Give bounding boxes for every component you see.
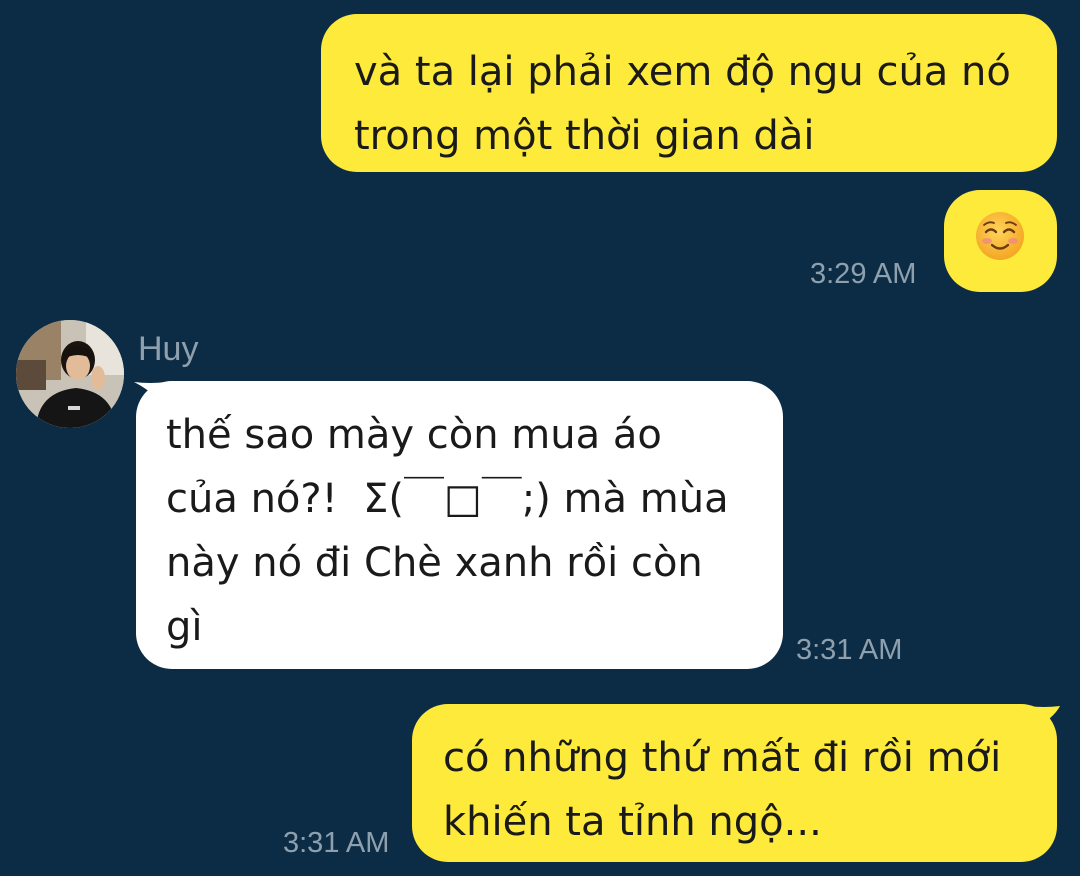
outgoing-message-bubble[interactable]: và ta lại phải xem độ ngu của nó trong m… (321, 14, 1057, 172)
message-timestamp: 3:31 AM (796, 634, 903, 666)
message-text: và ta lại phải xem độ ngu của nó trong m… (354, 49, 1011, 159)
message-timestamp: 3:29 AM (810, 258, 917, 290)
message-text: thế sao mày còn mua áo của nó?! Σ(￣□￣;) … (166, 412, 729, 650)
avatar-photo (16, 320, 124, 428)
chat-conversation: và ta lại phải xem độ ngu của nó trong m… (0, 0, 1080, 876)
message-timestamp: 3:31 AM (283, 827, 390, 859)
outgoing-emoji-bubble[interactable] (944, 190, 1057, 292)
incoming-message-bubble[interactable]: thế sao mày còn mua áo của nó?! Σ(￣□￣;) … (136, 381, 783, 669)
sender-avatar[interactable] (16, 320, 124, 428)
sender-name: Huy (138, 330, 199, 368)
outgoing-message-bubble[interactable]: có những thứ mất đi rồi mới khiến ta tỉn… (412, 704, 1057, 862)
message-text: có những thứ mất đi rồi mới khiến ta tỉn… (443, 735, 1002, 845)
smiling-face-icon (976, 212, 1024, 260)
